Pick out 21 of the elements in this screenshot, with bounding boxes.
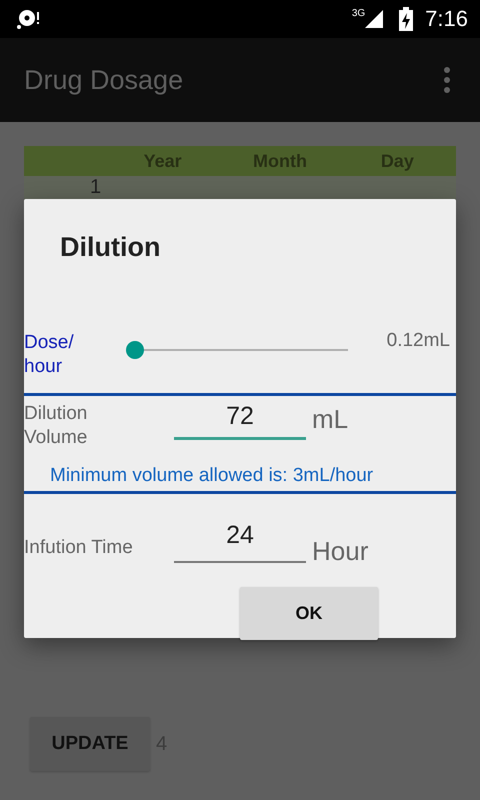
unit-label: mL <box>312 404 348 435</box>
volume-label: Dilution Volume <box>24 402 88 450</box>
dialog-title: Dilution <box>59 231 162 264</box>
volume-field[interactable]: 72 <box>174 396 306 440</box>
network-type: 3G <box>352 8 366 19</box>
minimum-volume-hint: Minimum volume allowed is: 3mL/hour <box>49 464 374 488</box>
dose-label: Dose/ hour <box>24 331 75 379</box>
more-options-icon[interactable] <box>444 67 450 93</box>
signal-icon <box>363 8 386 30</box>
slider-thumb[interactable] <box>126 341 144 359</box>
infusion-time-label: Infution Time <box>24 536 134 560</box>
app-title: Drug Dosage <box>24 64 184 96</box>
unit-label: Hour <box>312 536 368 567</box>
dose-reading: 0.12mL <box>386 330 451 352</box>
ok-button[interactable]: OK <box>240 587 378 640</box>
table-cell: 1 <box>90 176 102 198</box>
battery-charging-icon <box>399 7 414 31</box>
dose-slider[interactable] <box>126 341 348 359</box>
time-field[interactable]: 24 <box>174 510 306 563</box>
clock: 7:16 <box>425 6 468 32</box>
disc-alert-icon <box>16 7 40 31</box>
